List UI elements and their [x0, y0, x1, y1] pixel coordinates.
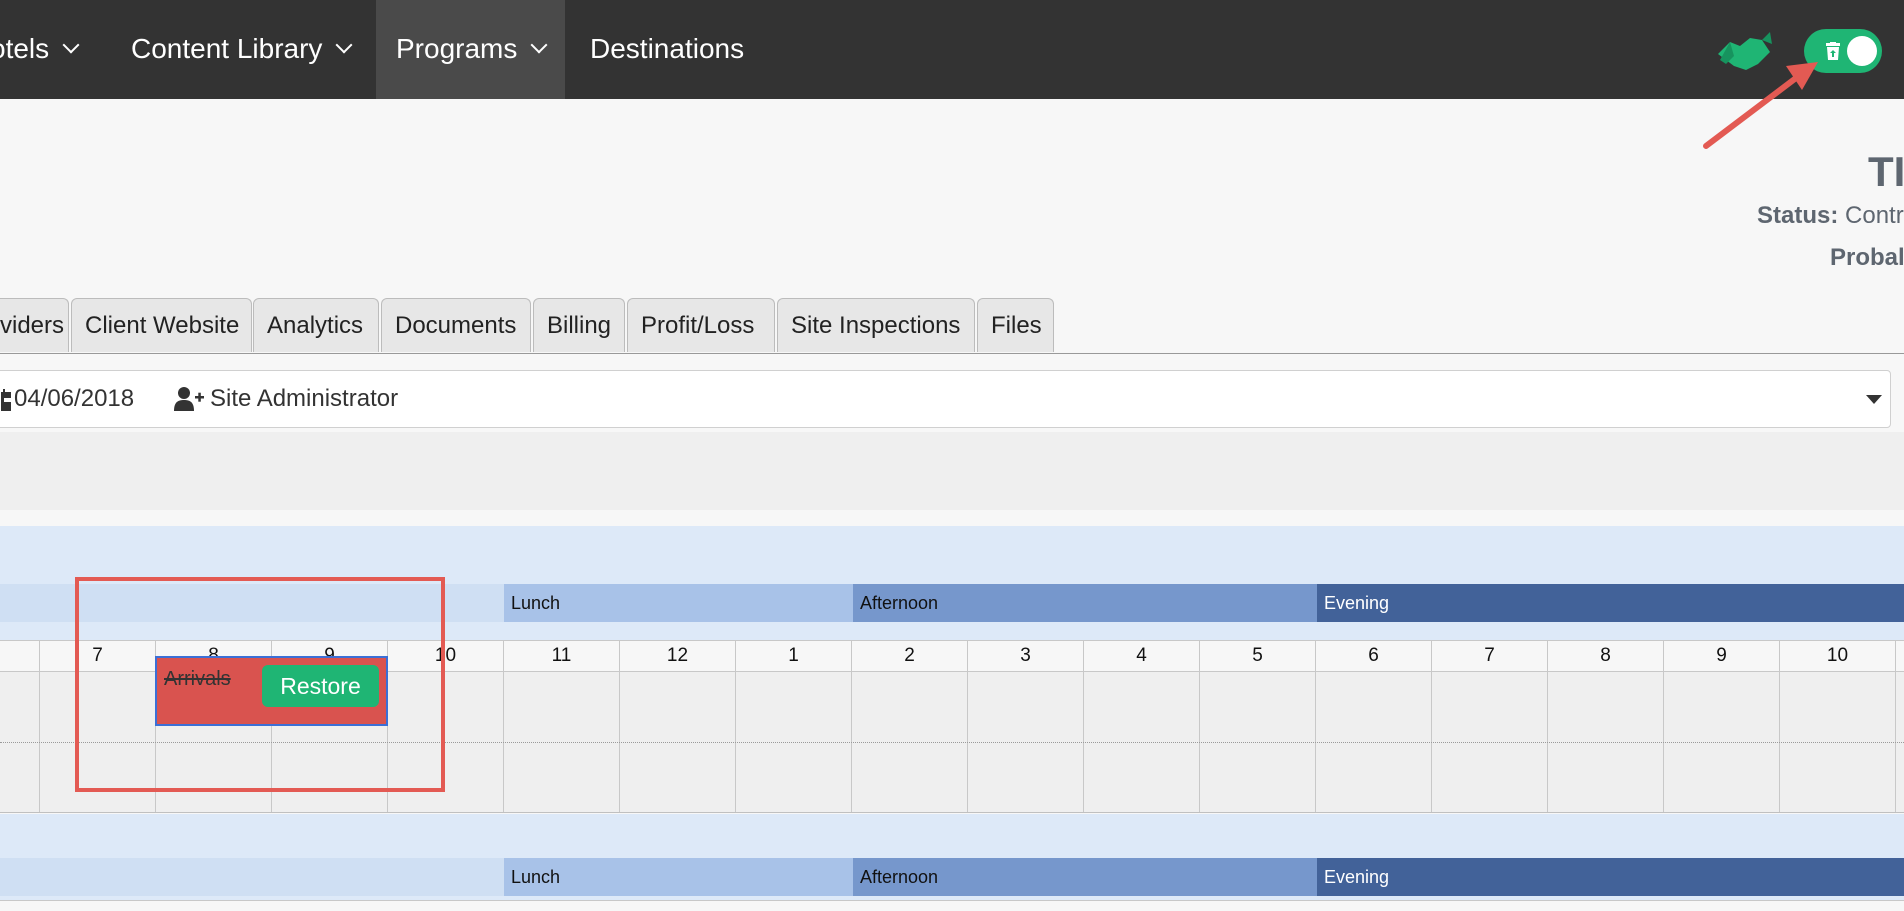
band-evening: Evening	[1317, 858, 1904, 896]
trash-restore-icon	[1826, 42, 1840, 60]
hour-cell: 4	[1084, 641, 1200, 671]
program-title: TI	[1868, 148, 1904, 195]
top-navbar: otels Content Library Programs Destinati…	[0, 0, 1904, 99]
status-label: Status:	[1757, 202, 1839, 229]
program-user: Site Administrator	[210, 385, 399, 412]
chevron-down-icon	[530, 36, 548, 54]
hour-cell: 10	[1780, 641, 1896, 671]
nav-programs[interactable]: Programs	[376, 0, 566, 99]
program-status: Status: Contr	[1757, 202, 1904, 230]
hour-cell: 7	[1432, 641, 1548, 671]
band-afternoon: Afternoon	[853, 858, 1317, 896]
tab-files[interactable]: Files	[977, 298, 1054, 352]
nav-hotels[interactable]: otels	[0, 0, 80, 99]
hour-6	[0, 641, 40, 671]
nav-content-library[interactable]: Content Library	[131, 0, 353, 99]
band-lunch: Lunch	[504, 858, 853, 896]
hour-cell: 9	[1664, 641, 1780, 671]
schedule-day-2: Lunch Afternoon Evening	[0, 814, 1904, 911]
nav-content-library-label: Content Library	[131, 33, 323, 64]
add-user-icon	[174, 387, 204, 411]
chevron-down-icon	[62, 36, 80, 54]
tab-profit-loss[interactable]: Profit/Loss	[627, 298, 775, 352]
hour-header-partial	[0, 900, 1904, 911]
program-info-bar[interactable]: 04/06/2018 Site Administrator	[0, 370, 1891, 428]
hour-cell: 8	[1548, 641, 1664, 671]
hour-cell: 6	[1316, 641, 1432, 671]
nav-hotels-label: otels	[0, 33, 50, 64]
tab-providers[interactable]: viders	[0, 298, 69, 352]
trash-toggle[interactable]	[1804, 29, 1882, 73]
hour-cell: 2	[852, 641, 968, 671]
band-lunch: Lunch	[504, 584, 853, 622]
tab-analytics[interactable]: Analytics	[253, 298, 379, 352]
nav-destinations[interactable]: Destinations	[590, 0, 744, 99]
band-afternoon: Afternoon	[853, 584, 1317, 622]
handshake-icon[interactable]	[1716, 30, 1772, 74]
tab-billing[interactable]: Billing	[533, 298, 625, 352]
calendar-icon	[1, 389, 11, 411]
toggle-knob	[1847, 36, 1877, 66]
hour-cell: 3	[968, 641, 1084, 671]
band-evening: Evening	[1317, 584, 1904, 622]
hour-cell: 12	[620, 641, 736, 671]
chevron-down-icon	[335, 36, 353, 54]
annotation-highlight-box	[75, 577, 445, 792]
hour-cell: 11	[504, 641, 620, 671]
tab-site-inspections[interactable]: Site Inspections	[777, 298, 975, 352]
tab-bar-line	[0, 353, 1904, 354]
nav-destinations-label: Destinations	[590, 33, 745, 64]
tab-documents[interactable]: Documents	[381, 298, 531, 352]
caret-down-icon[interactable]	[1866, 395, 1882, 404]
hour-cell: 5	[1200, 641, 1316, 671]
probability-label: Probal	[1830, 244, 1904, 271]
status-value: Contr	[1845, 202, 1904, 229]
program-date: 04/06/2018	[14, 385, 135, 412]
band-morning	[0, 858, 504, 896]
nav-programs-label: Programs	[396, 33, 518, 64]
toolbar-area	[0, 432, 1904, 510]
tab-client-website[interactable]: Client Website	[71, 298, 252, 352]
hour-cell: 1	[736, 641, 852, 671]
